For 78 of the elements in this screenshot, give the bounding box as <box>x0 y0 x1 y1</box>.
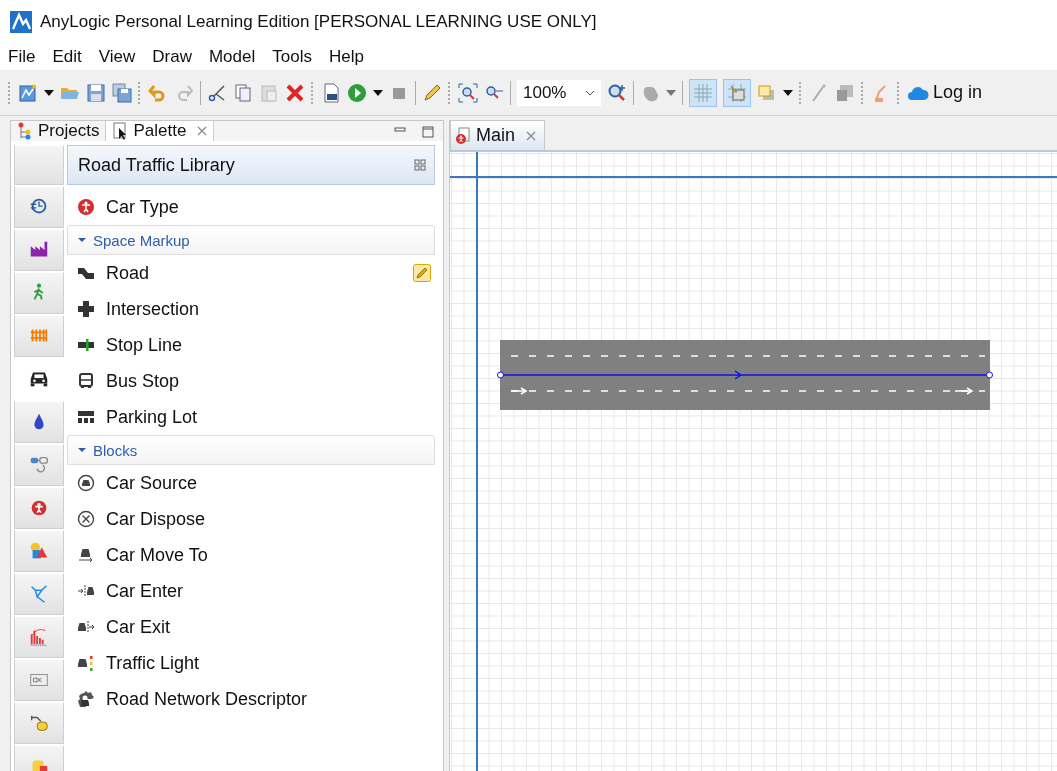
chevron-down-icon <box>585 89 595 96</box>
caret-icon[interactable] <box>44 89 54 96</box>
delete-icon[interactable] <box>285 82 305 103</box>
bus-icon <box>77 372 95 390</box>
palette-item[interactable]: Car Enter <box>67 573 435 609</box>
cross-icon <box>77 300 95 318</box>
gear-car-icon <box>77 690 95 708</box>
network-icon <box>28 583 50 605</box>
palette-item[interactable]: Car Dispose <box>67 501 435 537</box>
palette-category-tab[interactable] <box>14 229 64 271</box>
cloud-icon <box>907 84 929 101</box>
save-all-icon[interactable] <box>112 82 132 103</box>
paste-icon <box>259 82 279 103</box>
grid-view-icon[interactable] <box>414 159 426 171</box>
person-icon <box>77 198 95 216</box>
section-title: Blocks <box>93 441 138 459</box>
build-icon[interactable] <box>321 82 341 103</box>
grid-toggle[interactable] <box>689 78 717 107</box>
login-button[interactable]: Log in <box>907 82 983 103</box>
menu-item[interactable]: Edit <box>52 47 82 67</box>
shapes-icon[interactable] <box>757 82 777 103</box>
menu-item[interactable]: File <box>8 47 36 67</box>
save-icon[interactable] <box>86 82 106 103</box>
zoom-fit-icon[interactable] <box>458 82 478 103</box>
palette-item[interactable]: Car Move To <box>67 537 435 573</box>
table-icon <box>835 82 855 103</box>
palette-item[interactable]: Road <box>67 255 435 291</box>
palette-item[interactable]: Road Network Descriptor <box>67 681 435 717</box>
caret-icon[interactable] <box>373 89 383 96</box>
palette-category-tab[interactable] <box>14 401 64 443</box>
palette-item[interactable]: Intersection <box>67 291 435 327</box>
palette-item[interactable]: Bus Stop <box>67 363 435 399</box>
palette-item[interactable]: Car Source <box>67 465 435 501</box>
menu-item[interactable]: Tools <box>272 47 312 67</box>
menu-item[interactable]: Help <box>328 47 364 67</box>
window-title: AnyLogic Personal Learning Edition [PERSONAL LEARNING USE ONLY] <box>40 12 597 32</box>
maximize-icon[interactable] <box>421 125 435 139</box>
panel-tab[interactable]: Palette <box>106 121 215 141</box>
zoom-dropdown[interactable]: 100% <box>517 79 601 106</box>
menu-item[interactable]: View <box>98 47 136 67</box>
model-canvas[interactable] <box>450 150 1057 771</box>
editor-tab[interactable]: Main <box>450 120 545 150</box>
copy-icon[interactable] <box>233 82 253 103</box>
library-header[interactable]: Road Traffic Library <box>67 145 435 185</box>
section-header[interactable]: Blocks <box>67 435 435 465</box>
close-icon[interactable] <box>197 126 208 136</box>
run-icon[interactable] <box>347 82 367 103</box>
caret-icon[interactable] <box>783 89 793 96</box>
library-title: Road Traffic Library <box>78 154 235 176</box>
expand-arrow-icon[interactable] <box>77 235 87 245</box>
scissors-icon[interactable] <box>207 82 227 103</box>
menu-item[interactable]: Model <box>208 47 256 67</box>
stop-line-icon <box>77 336 95 354</box>
parking-icon <box>77 408 95 426</box>
snap-toggle[interactable] <box>723 78 751 107</box>
section-header[interactable]: Space Markup <box>67 225 435 255</box>
pencil-icon[interactable] <box>413 264 431 282</box>
x-circle-icon <box>77 510 95 528</box>
car-circle-icon <box>77 474 95 492</box>
section-title: Space Markup <box>93 231 190 249</box>
palette-item[interactable]: Stop Line <box>67 327 435 363</box>
pencil-icon[interactable] <box>422 82 442 103</box>
palette-item[interactable]: Traffic Light <box>67 645 435 681</box>
tree-icon <box>17 122 33 140</box>
menu-item[interactable]: Draw <box>152 47 192 67</box>
traffic-light-icon <box>77 654 95 672</box>
palette-item[interactable]: Car Type <box>67 189 435 225</box>
car-arrow-icon <box>77 546 95 564</box>
palette-item[interactable]: Car Exit <box>67 609 435 645</box>
expand-arrow-icon[interactable] <box>77 445 87 455</box>
agent-file-icon <box>455 126 471 145</box>
caret-icon <box>666 89 676 96</box>
road-drawing[interactable] <box>497 337 993 413</box>
app-logo-icon <box>10 11 32 33</box>
new-model-icon[interactable] <box>18 82 38 103</box>
palette-item[interactable]: Parking Lot <box>67 399 435 435</box>
close-icon[interactable] <box>526 130 536 141</box>
zoom-in-icon[interactable] <box>607 82 627 103</box>
